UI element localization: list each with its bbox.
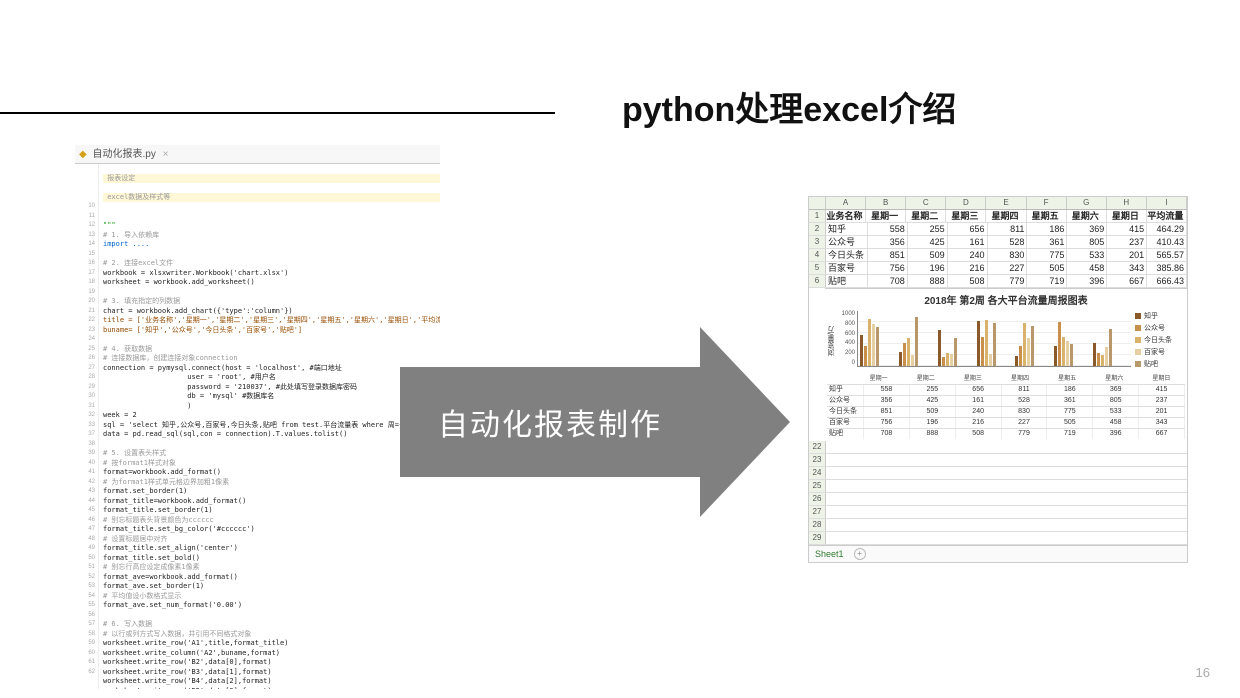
code-editor-panel: ◆ 自动化报表.py × 101112131415161718192021222… <box>75 145 440 688</box>
editor-tab[interactable]: ◆ 自动化报表.py × <box>75 145 440 164</box>
table-row: 2知乎558255656811186369415464.29 <box>809 223 1187 236</box>
close-icon[interactable]: × <box>163 149 169 160</box>
table-row: 3公众号356425161528361805237410.43 <box>809 236 1187 249</box>
editor-tab-label: 自动化报表.py <box>92 149 155 160</box>
arrow-graphic: 自动化报表制作 <box>400 327 790 517</box>
arrow-head-icon <box>700 327 790 517</box>
add-sheet-button[interactable]: + <box>854 548 866 560</box>
table-row: 26 <box>809 493 1187 506</box>
table-row: 29 <box>809 532 1187 545</box>
code-content: 报表设定 excel数据及样式等 """# 1. 导入依赖库import ...… <box>99 164 440 689</box>
chart-ylabel: 浏览量/万 <box>827 311 837 371</box>
table-row: 24 <box>809 467 1187 480</box>
sheet-tab-bar: Sheet1 + <box>809 545 1187 562</box>
arrow-label: 自动化报表制作 <box>400 367 700 477</box>
table-header-row: 1业务名称星期一星期二星期三星期四星期五星期六星期日平均流量 <box>809 210 1187 223</box>
python-file-icon: ◆ <box>79 149 87 160</box>
table-row: 5百家号756196216227505458343385.86 <box>809 262 1187 275</box>
table-row: 28 <box>809 519 1187 532</box>
embedded-chart: 2018年 第2周 各大平台流量周报图表 浏览量/万 1000800600400… <box>825 288 1187 441</box>
slide-title: python处理excel介绍 <box>622 82 956 131</box>
chart-plot-area <box>857 311 1131 367</box>
chart-data-table: 知乎558255656811186369415公众号35642516152836… <box>827 384 1185 439</box>
chart-legend: 知乎公众号今日头条百家号贴吧 <box>1131 311 1185 371</box>
excel-panel: ABCDEFGHI 1业务名称星期一星期二星期三星期四星期五星期六星期日平均流量… <box>808 196 1188 563</box>
chart-title: 2018年 第2周 各大平台流量周报图表 <box>827 292 1185 307</box>
table-row: 27 <box>809 506 1187 519</box>
table-row: 6贴吧708888508779719396667666.43 <box>809 275 1187 288</box>
table-row: 4今日头条851509240830775533201565.57 <box>809 249 1187 262</box>
horizontal-rule <box>0 112 555 114</box>
table-row: 25 <box>809 480 1187 493</box>
chart-yaxis: 10008006004002000 <box>837 311 857 366</box>
table-row: 22 <box>809 441 1187 454</box>
chart-xaxis: 星期一星期二星期三星期四星期五星期六星期日 <box>855 373 1185 382</box>
excel-column-header: ABCDEFGHI <box>809 197 1187 210</box>
sheet-tab[interactable]: Sheet1 <box>815 549 844 559</box>
page-number: 16 <box>1196 665 1210 680</box>
table-row: 23 <box>809 454 1187 467</box>
line-number-gutter: 1011121314151617181920212223242526272829… <box>75 164 99 689</box>
